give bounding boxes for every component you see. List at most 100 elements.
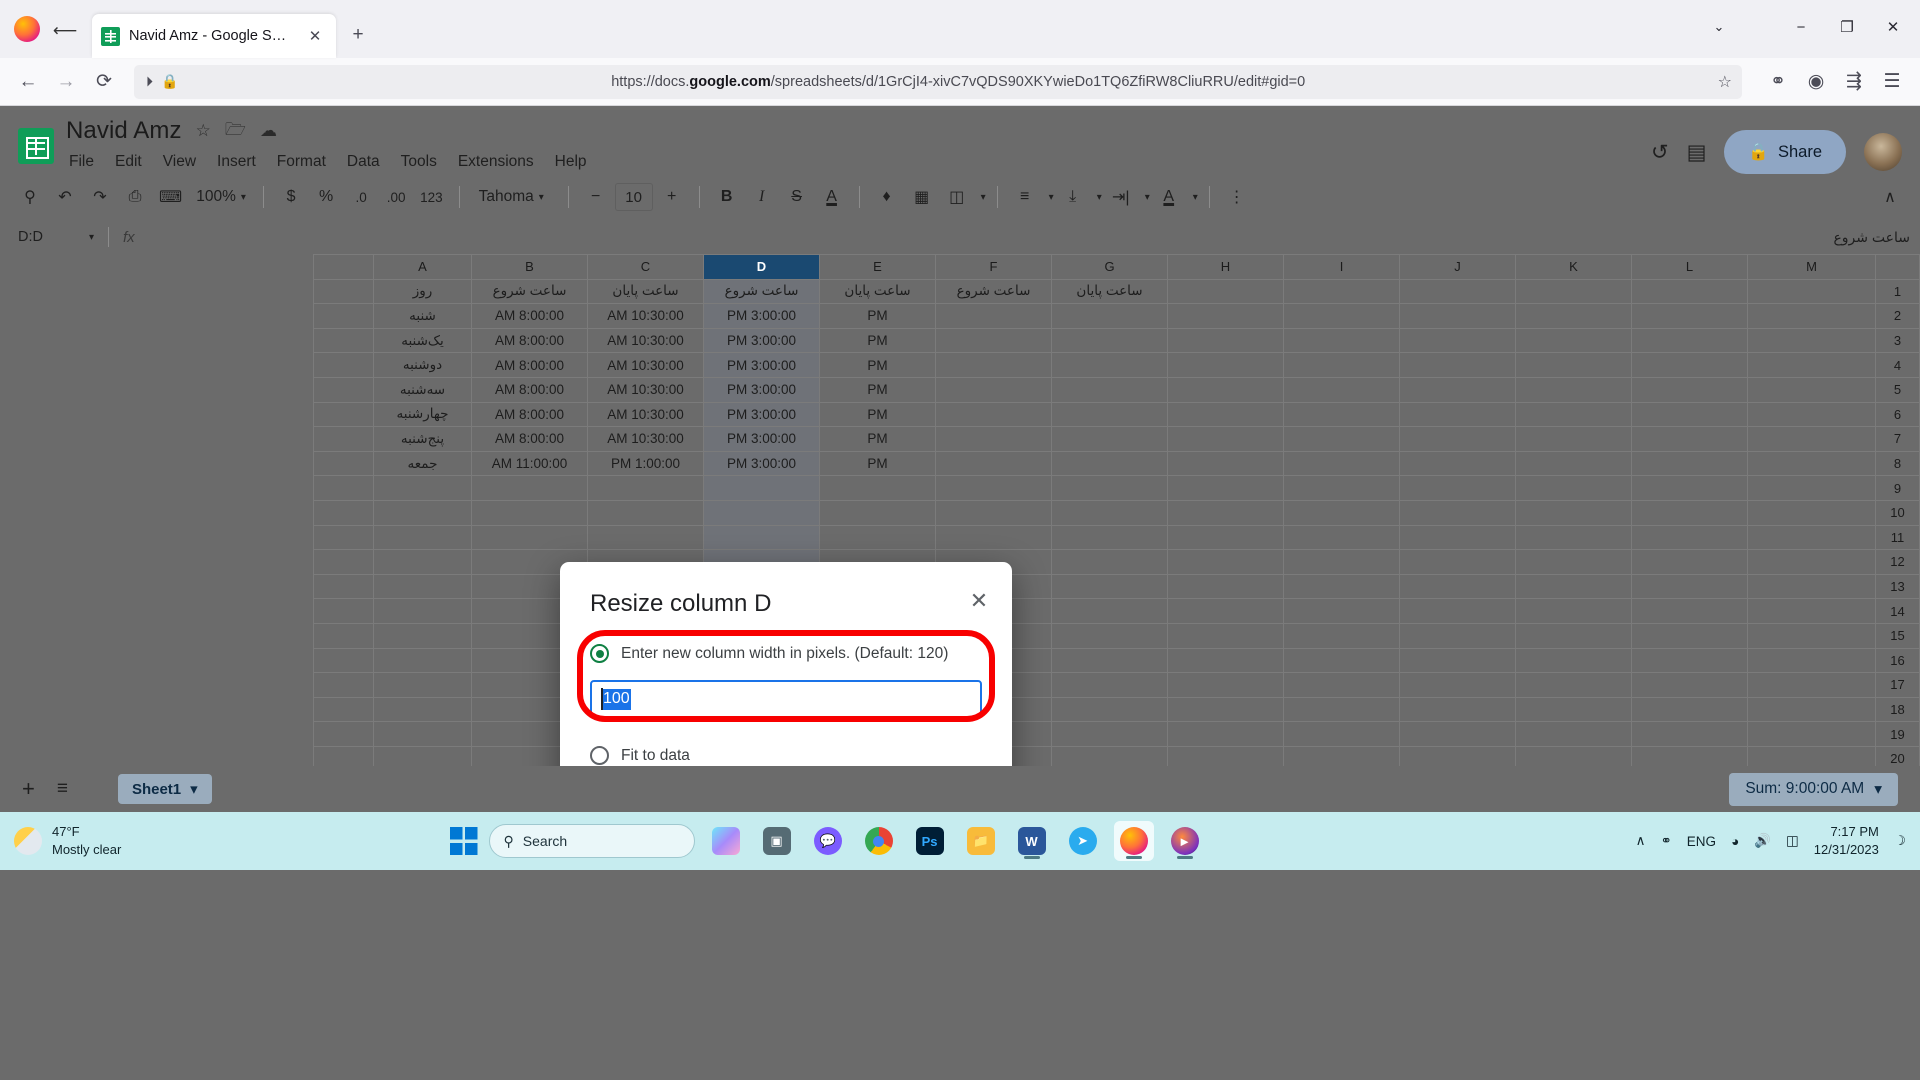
media-player-icon[interactable]: ► [1165,821,1205,861]
reload-icon[interactable]: ⟳ [86,64,122,100]
name-box[interactable]: D:D ▾ [10,229,102,245]
expand-tabs-icon[interactable]: ⟶ [48,14,82,48]
menu-view[interactable]: View [162,151,197,173]
font-size-increase-button[interactable]: + [656,181,688,213]
forward-icon[interactable]: → [48,64,84,100]
undo-icon[interactable]: ↶ [49,181,81,213]
font-size-decrease-button[interactable]: − [580,181,612,213]
chrome-icon[interactable] [859,821,899,861]
chevron-down-icon[interactable]: ▾ [1145,192,1150,203]
formula-input[interactable]: ساعت شروع [1833,229,1910,246]
fill-color-icon[interactable]: ♦ [871,181,903,213]
zoom-selector[interactable]: 100% ▾ [190,181,252,213]
redo-icon[interactable]: ↷ [84,181,116,213]
browser-tab[interactable]: Navid Amz - Google Sheets ✕ [92,14,336,58]
percent-format-button[interactable]: % [310,181,342,213]
strikethrough-button[interactable]: S [781,181,813,213]
chevron-down-icon[interactable]: ▾ [1049,192,1054,203]
vertical-align-icon[interactable]: ⤓ [1057,181,1089,213]
currency-format-button[interactable]: $ [275,181,307,213]
account-icon[interactable]: ◉ [1798,64,1834,100]
italic-button[interactable]: I [746,181,778,213]
horizontal-align-icon[interactable]: ≡ [1009,181,1041,213]
tracking-shield-icon[interactable]: ⏵ [146,73,153,90]
menu-insert[interactable]: Insert [216,151,257,173]
radio-option-custom-width[interactable]: Enter new column width in pixels. (Defau… [590,644,982,663]
bookmark-star-icon[interactable]: ☆ [1718,72,1732,92]
copilot-icon[interactable] [706,821,746,861]
borders-icon[interactable]: ▦ [906,181,938,213]
paint-format-icon[interactable]: ⌨ [154,181,187,213]
more-formats-button[interactable]: 123 [415,181,448,213]
avatar[interactable] [1864,133,1902,171]
font-size-input[interactable]: 10 [614,183,653,211]
menu-format[interactable]: Format [276,151,327,173]
font-family-selector[interactable]: Tahoma ▾ [471,181,557,213]
wifi-icon[interactable]: ◕ [1731,834,1739,849]
text-color-button[interactable]: A [816,181,848,213]
chevron-down-icon[interactable]: ▾ [1097,192,1102,203]
close-icon[interactable]: ✕ [964,586,994,616]
tray-chevron-icon[interactable]: ∧ [1636,833,1646,849]
menu-data[interactable]: Data [346,151,381,173]
app-menu-icon[interactable]: ☰ [1874,64,1910,100]
print-icon[interactable]: ⎙ [119,181,151,213]
lock-icon[interactable]: 🔒 [161,73,178,90]
all-sheets-button[interactable]: ≡ [57,778,68,800]
search-icon[interactable]: ⚲ [14,181,46,213]
share-button[interactable]: 🔒 Share [1724,130,1846,174]
move-folder-icon[interactable]: 🗁 [225,117,246,146]
task-view-icon[interactable]: ▣ [757,821,797,861]
text-direction-icon[interactable]: A [1153,181,1185,213]
chevron-down-icon[interactable]: ▾ [190,780,198,798]
chevron-down-icon[interactable]: ▾ [1193,192,1198,203]
comment-icon[interactable]: ▤ [1687,140,1707,165]
notifications-icon[interactable]: ☽ [1894,833,1906,849]
column-width-input[interactable]: 100 [590,680,982,718]
spreadsheet-grid[interactable]: M L K J I H G F E D C B A 1 ساعت پایان س… [0,254,1920,766]
address-bar[interactable]: ⏵ 🔒 https://docs.google.com/spreadsheets… [134,64,1742,99]
clock[interactable]: 7:17 PM 12/31/2023 [1814,823,1879,858]
weather-widget[interactable]: 47°F Mostly clear [14,823,234,858]
window-close-button[interactable]: ✕ [1870,7,1916,47]
volume-icon[interactable]: 🔊 [1754,833,1771,849]
window-chevron-icon[interactable]: ⌄ [1696,7,1742,47]
sheet-tab-sheet1[interactable]: Sheet1 ▾ [117,774,212,804]
chat-icon[interactable]: 💬 [808,821,848,861]
add-sheet-button[interactable]: + [22,776,35,802]
sum-status-chip[interactable]: Sum: 9:00:00 AM ▾ [1729,772,1898,806]
firefox-icon[interactable] [1113,821,1154,861]
increase-decimal-button[interactable]: .00 [380,181,412,213]
file-explorer-icon[interactable]: 📁 [961,821,1001,861]
decrease-decimal-button[interactable]: .0 [345,181,377,213]
star-icon[interactable]: ☆ [196,121,211,141]
windows-start-icon[interactable] [449,827,478,855]
menu-tools[interactable]: Tools [400,151,438,173]
more-options-icon[interactable]: ⋮ [1221,181,1253,213]
menu-extensions[interactable]: Extensions [457,151,535,173]
defender-shield-icon[interactable]: ⚭ [1660,833,1671,849]
telegram-icon[interactable]: ➤ [1063,821,1103,861]
merge-cells-icon[interactable]: ◫ [941,181,973,213]
document-title[interactable]: Navid Amz [66,117,182,145]
chevron-down-icon[interactable]: ▾ [981,192,986,203]
shield-icon[interactable]: ⚭ [1760,64,1796,100]
tab-close-icon[interactable]: ✕ [303,24,327,48]
radio-selected-icon[interactable] [590,644,609,663]
new-tab-button[interactable]: + [346,23,370,47]
text-rotation-icon[interactable]: ⇥| [1105,181,1137,213]
word-icon[interactable]: W [1012,821,1052,861]
menu-edit[interactable]: Edit [114,151,143,173]
language-indicator[interactable]: ENG [1687,834,1716,849]
back-icon[interactable]: ← [10,64,46,100]
radio-option-fit-to-data[interactable]: Fit to data [590,746,982,765]
version-history-icon[interactable]: ↺ [1651,140,1669,165]
bold-button[interactable]: B [711,181,743,213]
window-maximize-button[interactable]: ❐ [1824,7,1870,47]
battery-icon[interactable]: ◫ [1786,833,1799,849]
collapse-toolbar-icon[interactable]: ∧ [1874,181,1906,213]
taskbar-search[interactable]: ⚲ Search [488,824,695,858]
window-minimize-button[interactable]: − [1778,7,1824,47]
menu-help[interactable]: Help [554,151,588,173]
cloud-saved-icon[interactable]: ☁ [260,121,277,141]
